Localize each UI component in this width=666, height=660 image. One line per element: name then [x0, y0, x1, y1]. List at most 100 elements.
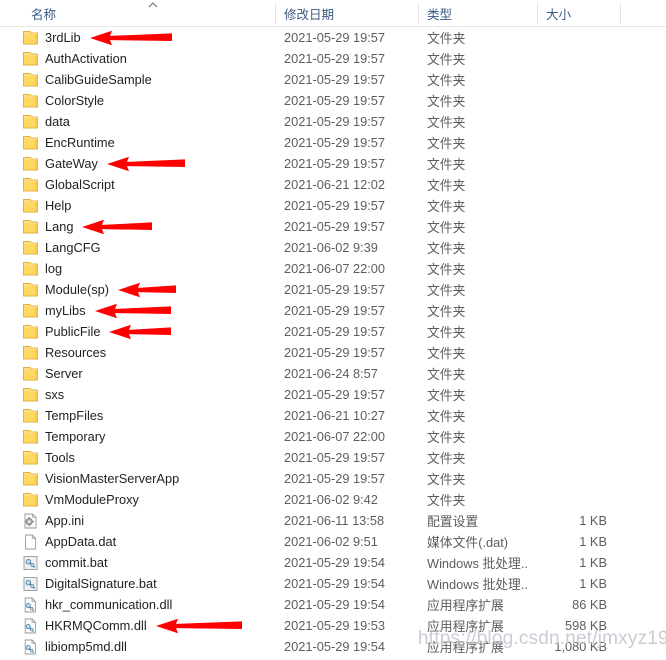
- file-type-cell: 文件夹: [427, 241, 466, 256]
- file-name-cell[interactable]: VisionMasterServerApp: [22, 468, 262, 489]
- file-row[interactable]: 3rdLib 2021-05-29 19:57 文件夹: [0, 27, 666, 48]
- file-row[interactable]: ColorStyle 2021-05-29 19:57 文件夹: [0, 90, 666, 111]
- file-size-cell: [537, 321, 615, 342]
- file-row[interactable]: data 2021-05-29 19:57 文件夹: [0, 111, 666, 132]
- file-size-cell: [537, 132, 615, 153]
- file-name-cell[interactable]: GateWay: [22, 153, 262, 174]
- file-name-cell[interactable]: DigitalSignature.bat: [22, 573, 262, 594]
- file-name-cell[interactable]: 3rdLib: [22, 27, 262, 48]
- folder-icon: [22, 387, 39, 403]
- file-name-cell[interactable]: hkr_communication.dll: [22, 594, 262, 615]
- file-date-cell: 2021-05-29 19:57: [284, 219, 386, 234]
- folder-icon: [22, 30, 39, 46]
- file-row[interactable]: VmModuleProxy 2021-06-02 9:42 文件夹: [0, 489, 666, 510]
- column-header-date[interactable]: 修改日期: [275, 0, 418, 27]
- file-name-cell[interactable]: Help: [22, 195, 262, 216]
- file-date-cell: 2021-05-29 19:57: [284, 93, 386, 108]
- file-type-cell: 文件夹: [427, 136, 466, 151]
- file-row[interactable]: Help 2021-05-29 19:57 文件夹: [0, 195, 666, 216]
- file-row[interactable]: hkr_communication.dll 2021-05-29 19:54 应用程…: [0, 594, 666, 615]
- file-row[interactable]: log 2021-06-07 22:00 文件夹: [0, 258, 666, 279]
- file-row[interactable]: AuthActivation 2021-05-29 19:57 文件夹: [0, 48, 666, 69]
- column-divider-4[interactable]: [620, 3, 621, 24]
- column-header-size[interactable]: 大小: [537, 0, 620, 27]
- file-date-cell: 2021-05-29 19:53: [284, 618, 386, 633]
- folder-icon: [22, 345, 39, 361]
- file-type-cell: 文件夹: [427, 115, 466, 130]
- file-name-cell[interactable]: GlobalScript: [22, 174, 262, 195]
- file-row[interactable]: Tools 2021-05-29 19:57 文件夹: [0, 447, 666, 468]
- file-name-cell[interactable]: Temporary: [22, 426, 262, 447]
- file-name-cell[interactable]: sxs: [22, 384, 262, 405]
- file-name-cell[interactable]: TempFiles: [22, 405, 262, 426]
- file-row[interactable]: CalibGuideSample 2021-05-29 19:57 文件夹: [0, 69, 666, 90]
- file-type-cell: 文件夹: [427, 283, 466, 298]
- file-row[interactable]: DigitalSignature.bat 2021-05-29 19:54 Wind…: [0, 573, 666, 594]
- file-row[interactable]: Server 2021-06-24 8:57 文件夹: [0, 363, 666, 384]
- file-row[interactable]: PublicFile 2021-05-29 19:57 文件夹: [0, 321, 666, 342]
- file-row[interactable]: myLibs 2021-05-29 19:57 文件夹: [0, 300, 666, 321]
- file-size-cell: 1 KB: [579, 555, 607, 570]
- file-name-cell[interactable]: libiomp5md.dll: [22, 636, 262, 657]
- file-name-cell[interactable]: Lang: [22, 216, 262, 237]
- file-name-cell[interactable]: PublicFile: [22, 321, 262, 342]
- file-row[interactable]: GlobalScript 2021-06-21 12:02 文件夹: [0, 174, 666, 195]
- column-header-date-label: 修改日期: [284, 8, 335, 22]
- folder-icon: [22, 219, 39, 235]
- folder-icon: [22, 72, 39, 88]
- file-row[interactable]: VisionMasterServerApp 2021-05-29 19:57 文件夹: [0, 468, 666, 489]
- column-header-type[interactable]: 类型: [418, 0, 537, 27]
- file-date-cell: 2021-05-29 19:57: [284, 324, 386, 339]
- file-type-cell: 文件夹: [427, 367, 466, 382]
- file-size-cell: [537, 216, 615, 237]
- file-name-cell[interactable]: ColorStyle: [22, 90, 262, 111]
- column-header-name[interactable]: 名称: [22, 0, 275, 27]
- file-type-cell: 文件夹: [427, 178, 466, 193]
- file-row[interactable]: Resources 2021-05-29 19:57 文件夹: [0, 342, 666, 363]
- file-size-cell: [537, 426, 615, 447]
- file-name-cell[interactable]: LangCFG: [22, 237, 262, 258]
- folder-icon: [22, 408, 39, 424]
- file-date-cell: 2021-05-29 19:57: [284, 303, 386, 318]
- file-name-cell[interactable]: myLibs: [22, 300, 262, 321]
- file-row[interactable]: GateWay 2021-05-29 19:57 文件夹: [0, 153, 666, 174]
- blank-file-icon: [22, 534, 39, 550]
- file-row[interactable]: EncRuntime 2021-05-29 19:57 文件夹: [0, 132, 666, 153]
- file-date-cell: 2021-05-29 19:57: [284, 345, 386, 360]
- file-name-cell[interactable]: Module(sp): [22, 279, 262, 300]
- file-row[interactable]: sxs 2021-05-29 19:57 文件夹: [0, 384, 666, 405]
- file-row[interactable]: Lang 2021-05-29 19:57 文件夹: [0, 216, 666, 237]
- file-date-cell: 2021-05-29 19:57: [284, 51, 386, 66]
- file-name-label: CalibGuideSample: [45, 72, 152, 87]
- file-name-cell[interactable]: AuthActivation: [22, 48, 262, 69]
- file-name-cell[interactable]: Resources: [22, 342, 262, 363]
- file-date-cell: 2021-05-29 19:57: [284, 114, 386, 129]
- file-size-cell: [537, 27, 615, 48]
- gear-config-icon: [22, 513, 39, 529]
- file-type-cell: Windows 批处理...: [427, 556, 527, 571]
- file-row[interactable]: TempFiles 2021-06-21 10:27 文件夹: [0, 405, 666, 426]
- file-size-cell: [537, 237, 615, 258]
- file-name-cell[interactable]: HKRMQComm.dll: [22, 615, 262, 636]
- file-row[interactable]: App.ini 2021-06-11 13:58 配置设置 1 KB: [0, 510, 666, 531]
- file-name-cell[interactable]: EncRuntime: [22, 132, 262, 153]
- file-list[interactable]: 3rdLib 2021-05-29 19:57 文件夹 AuthActivation 2…: [0, 27, 666, 660]
- file-name-cell[interactable]: commit.bat: [22, 552, 262, 573]
- file-name-cell[interactable]: log: [22, 258, 262, 279]
- file-row[interactable]: LangCFG 2021-06-02 9:39 文件夹: [0, 237, 666, 258]
- file-name-cell[interactable]: CalibGuideSample: [22, 69, 262, 90]
- file-row[interactable]: AppData.dat 2021-06-02 9:51 媒体文件(.dat) 1 KB: [0, 531, 666, 552]
- file-name-cell[interactable]: VmModuleProxy: [22, 489, 262, 510]
- file-row[interactable]: Temporary 2021-06-07 22:00 文件夹: [0, 426, 666, 447]
- file-size-cell: [537, 342, 615, 363]
- file-row[interactable]: Module(sp) 2021-05-29 19:57 文件夹: [0, 279, 666, 300]
- file-date-cell: 2021-06-02 9:39: [284, 240, 378, 255]
- file-name-cell[interactable]: App.ini: [22, 510, 262, 531]
- file-name-cell[interactable]: data: [22, 111, 262, 132]
- file-name-cell[interactable]: Server: [22, 363, 262, 384]
- file-date-cell: 2021-06-07 22:00: [284, 429, 386, 444]
- file-row[interactable]: commit.bat 2021-05-29 19:54 Windows 批处理...…: [0, 552, 666, 573]
- file-name-cell[interactable]: AppData.dat: [22, 531, 262, 552]
- folder-icon: [22, 261, 39, 277]
- file-name-cell[interactable]: Tools: [22, 447, 262, 468]
